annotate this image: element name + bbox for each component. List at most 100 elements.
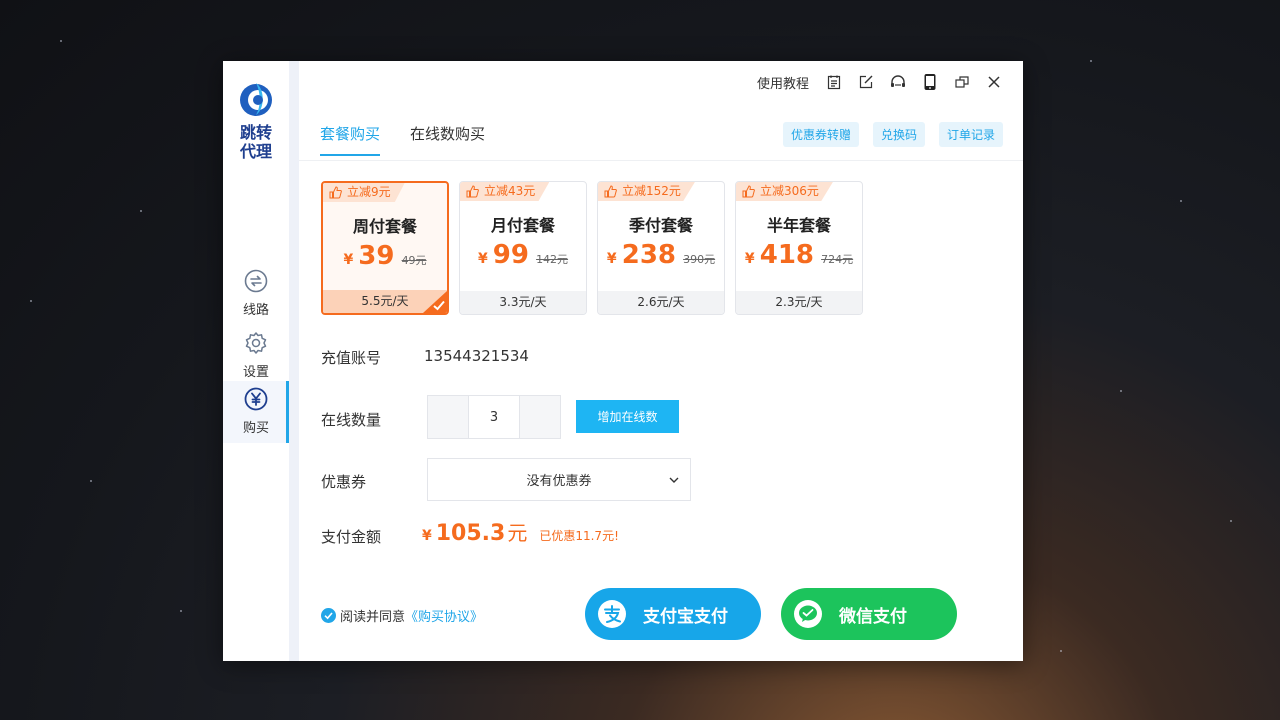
discount-badge-text: 立减306元 bbox=[760, 184, 819, 198]
tab-online-purchase[interactable]: 在线数购买 bbox=[410, 123, 485, 156]
plan-name: 季付套餐 bbox=[628, 216, 693, 235]
sidebar-item-buy[interactable]: 购买 bbox=[223, 381, 289, 443]
online-count-stepper: 3 bbox=[427, 395, 561, 439]
pay-amount-value: 105.3 bbox=[435, 521, 506, 546]
plan-card-quarterly[interactable]: 立减152元 季付套餐 ¥ 238 390元 2.6元/天 bbox=[597, 181, 725, 315]
plan-price: ¥ 39 49元 bbox=[323, 241, 447, 271]
edit-icon[interactable] bbox=[855, 73, 877, 91]
alipay-icon bbox=[598, 600, 626, 628]
plan-card-weekly[interactable]: 立减9元 周付套餐 ¥ 39 49元 5.5元/天 bbox=[321, 181, 449, 315]
original-price: 724元 bbox=[821, 253, 854, 266]
sidebar-item-route-label: 线路 bbox=[242, 303, 269, 318]
wechat-pay-button[interactable]: 微信支付 bbox=[781, 588, 957, 640]
redeem-code-button[interactable]: 兑换码 bbox=[872, 122, 925, 147]
pay-amount-label: 支付金额 bbox=[321, 528, 382, 546]
price-amount: 39 bbox=[358, 241, 395, 271]
selected-check-icon bbox=[423, 291, 447, 313]
currency-symbol: ¥ bbox=[606, 251, 617, 267]
discount-badge: 立减152元 bbox=[598, 182, 695, 201]
pay-amount-unit: 元 bbox=[507, 521, 528, 545]
plan-name: 半年套餐 bbox=[766, 216, 831, 235]
purchase-tabs: 套餐购买 在线数购买 bbox=[320, 123, 485, 156]
wechat-pay-icon bbox=[794, 600, 822, 628]
yen-icon bbox=[244, 387, 268, 411]
price-amount: 99 bbox=[492, 240, 529, 270]
daily-price: 2.6元/天 bbox=[598, 291, 724, 314]
sidebar-item-buy-label: 购买 bbox=[242, 421, 269, 436]
currency-symbol: ¥ bbox=[477, 251, 488, 267]
original-price: 49元 bbox=[401, 254, 427, 267]
thumbs-up-icon bbox=[329, 186, 342, 199]
original-price: 142元 bbox=[536, 253, 569, 266]
close-icon[interactable] bbox=[983, 73, 1005, 91]
alipay-label: 支付宝支付 bbox=[643, 606, 728, 627]
gear-icon bbox=[245, 332, 267, 354]
mobile-icon[interactable] bbox=[919, 73, 941, 91]
app-logo-text: 跳转 代理 bbox=[223, 123, 289, 161]
currency-symbol: ¥ bbox=[744, 251, 755, 267]
order-history-button[interactable]: 订单记录 bbox=[938, 122, 1003, 147]
plan-list: 立减9元 周付套餐 ¥ 39 49元 5.5元/天 立减43元 月付套餐 ¥ 9… bbox=[321, 181, 863, 315]
tutorial-link[interactable]: 使用教程 bbox=[757, 73, 809, 92]
restore-window-icon[interactable] bbox=[951, 73, 973, 91]
thumbs-up-icon bbox=[604, 185, 617, 198]
sidebar-item-settings[interactable]: 设置 bbox=[223, 325, 289, 387]
increment-button[interactable] bbox=[520, 396, 560, 438]
plan-name: 月付套餐 bbox=[490, 216, 555, 235]
discount-badge: 立减306元 bbox=[736, 182, 833, 201]
purchase-window: 跳转 代理 线路 设置 购买 使用教程 套餐购买 在线数购买 优惠券转赠 兑换码… bbox=[223, 61, 1023, 661]
plan-card-half-year[interactable]: 立减306元 半年套餐 ¥ 418 724元 2.3元/天 bbox=[735, 181, 863, 315]
titlebar: 使用教程 bbox=[757, 73, 1005, 92]
agreement: 阅读并同意 《购买协议》 bbox=[321, 606, 483, 625]
price-amount: 238 bbox=[621, 240, 677, 270]
agreement-checkbox[interactable] bbox=[321, 608, 336, 623]
daily-price: 2.3元/天 bbox=[736, 291, 862, 314]
decrement-button[interactable] bbox=[428, 396, 468, 438]
daily-price: 3.3元/天 bbox=[460, 291, 586, 314]
plan-price: ¥ 418 724元 bbox=[736, 240, 862, 270]
plan-price: ¥ 99 142元 bbox=[460, 240, 586, 270]
wechat-pay-label: 微信支付 bbox=[839, 606, 907, 627]
notes-icon[interactable] bbox=[823, 73, 845, 91]
coupon-transfer-button[interactable]: 优惠券转赠 bbox=[782, 122, 859, 147]
account-label: 充值账号 bbox=[321, 349, 382, 367]
sidebar-item-route[interactable]: 线路 bbox=[223, 263, 289, 325]
online-count-value[interactable]: 3 bbox=[468, 396, 520, 438]
coupon-select[interactable]: 没有优惠券 bbox=[427, 458, 691, 501]
currency-symbol: ¥ bbox=[343, 252, 354, 268]
plan-card-monthly[interactable]: 立减43元 月付套餐 ¥ 99 142元 3.3元/天 bbox=[459, 181, 587, 315]
thumbs-up-icon bbox=[742, 185, 755, 198]
headset-icon[interactable] bbox=[887, 73, 909, 91]
online-count-label: 在线数量 bbox=[321, 411, 382, 429]
tab-divider bbox=[299, 160, 1023, 161]
logo-text-line1: 跳转 bbox=[239, 123, 272, 142]
discount-badge-text: 立减9元 bbox=[347, 185, 391, 199]
plan-name: 周付套餐 bbox=[352, 217, 417, 236]
thumbs-up-icon bbox=[466, 185, 479, 198]
currency-symbol: ¥ bbox=[422, 528, 432, 544]
add-online-button[interactable]: 增加在线数 bbox=[576, 400, 679, 433]
chevron-down-icon bbox=[669, 477, 679, 483]
purchase-agreement-link[interactable]: 《购买协议》 bbox=[405, 606, 483, 625]
discount-badge-text: 立减43元 bbox=[484, 184, 536, 198]
original-price: 390元 bbox=[683, 253, 716, 266]
price-amount: 418 bbox=[759, 240, 815, 270]
coupon-label: 优惠券 bbox=[321, 473, 367, 491]
discount-badge: 立减9元 bbox=[323, 183, 405, 202]
sidebar-item-settings-label: 设置 bbox=[242, 365, 269, 380]
app-logo-icon bbox=[240, 83, 272, 116]
pay-amount: ¥ 105.3 元 已优惠11.7元! bbox=[422, 517, 619, 546]
discount-badge-text: 立减152元 bbox=[622, 184, 681, 198]
route-icon bbox=[244, 269, 268, 293]
sidebar: 跳转 代理 线路 设置 购买 bbox=[223, 61, 289, 661]
sidebar-divider bbox=[289, 61, 299, 661]
agreement-prefix: 阅读并同意 bbox=[340, 610, 406, 625]
discount-badge: 立减43元 bbox=[460, 182, 550, 201]
coupon-selected-value: 没有优惠券 bbox=[526, 474, 592, 489]
alipay-button[interactable]: 支付宝支付 bbox=[585, 588, 761, 640]
top-actions: 优惠券转赠 兑换码 订单记录 bbox=[782, 122, 1003, 147]
tab-plan-purchase[interactable]: 套餐购买 bbox=[320, 123, 381, 156]
logo-text-line2: 代理 bbox=[239, 142, 272, 161]
plan-price: ¥ 238 390元 bbox=[598, 240, 724, 270]
discount-saved-text: 已优惠11.7元! bbox=[539, 529, 619, 543]
